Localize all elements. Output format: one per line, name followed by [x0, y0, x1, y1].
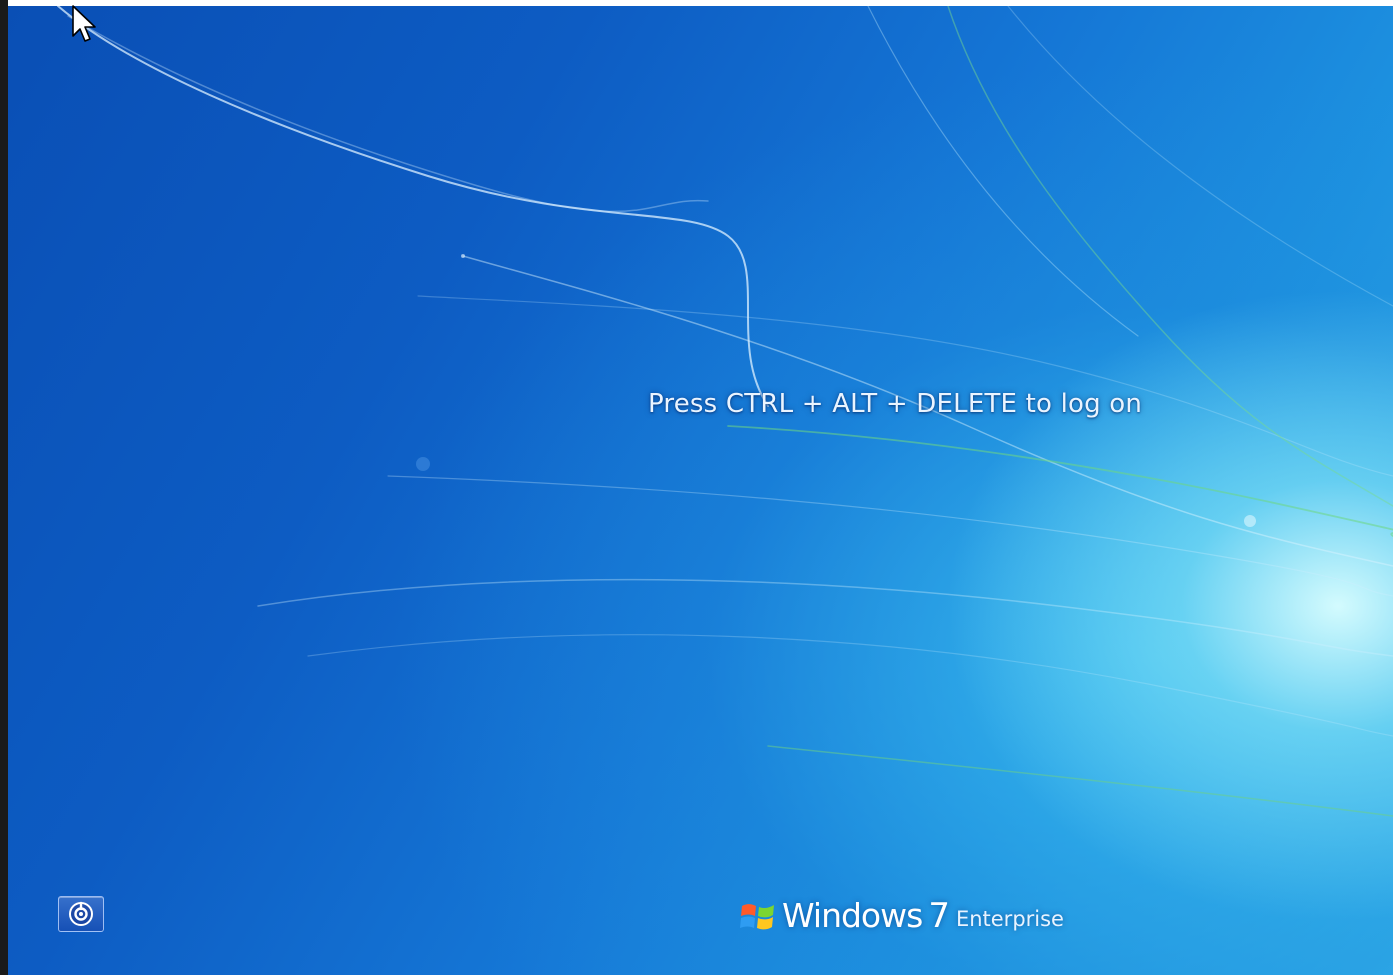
mouse-cursor-icon [72, 5, 96, 42]
brand-edition: Enterprise [955, 907, 1064, 931]
screen-left-edge [0, 0, 8, 975]
windows-flag-icon [740, 904, 774, 930]
brand-version: 7 [928, 896, 950, 936]
logon-prompt: Press CTRL + ALT + DELETE to log on [648, 389, 1143, 419]
windows-branding: Windows 7 Enterprise [738, 896, 1064, 936]
logon-screen: Press CTRL + ALT + DELETE to log on Wind… [8, 6, 1393, 975]
wallpaper-swooshes [57, 6, 1393, 817]
ease-of-access-icon [69, 901, 93, 926]
brand-name: Windows [782, 896, 923, 935]
ease-of-access-button[interactable] [58, 896, 104, 932]
